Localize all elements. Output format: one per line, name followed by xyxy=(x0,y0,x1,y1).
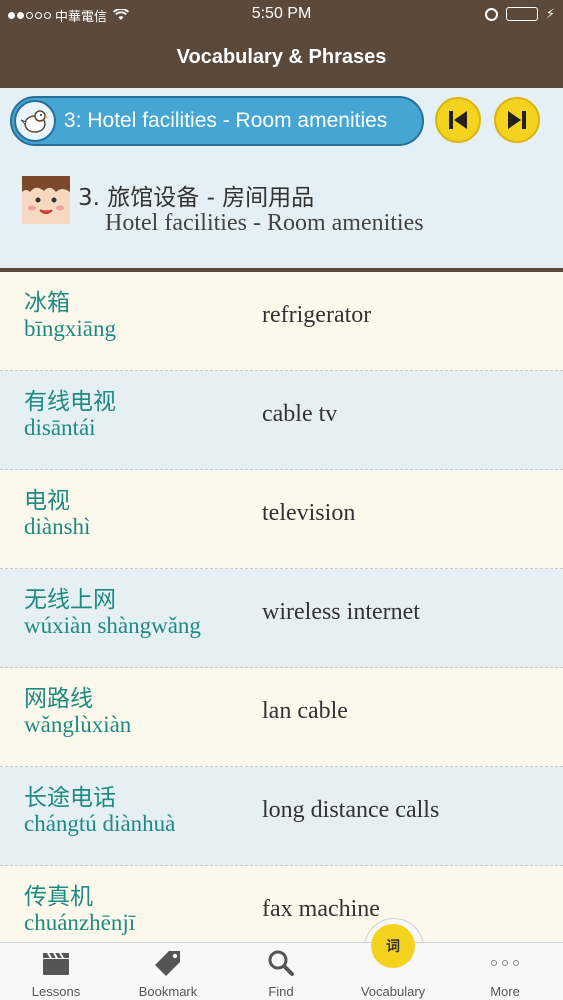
vocab-chinese: 无线上网 xyxy=(24,587,116,613)
vocab-pinyin: wǎnglùxiàn xyxy=(24,712,132,737)
vocab-english: wireless internet xyxy=(262,599,420,625)
vocab-chinese: 冰箱 xyxy=(24,290,70,316)
vocab-english: television xyxy=(262,500,356,526)
search-icon xyxy=(266,949,296,977)
navigation-bar: Vocabulary & Phrases xyxy=(0,30,563,88)
vocab-pinyin: diànshì xyxy=(24,514,91,539)
lesson-selector-button[interactable]: 3: Hotel facilities - Room amenities xyxy=(10,96,424,146)
vocabulary-tab-icon[interactable]: 词 xyxy=(371,924,415,968)
vocab-row[interactable]: 网路线 wǎnglùxiàn lan cable xyxy=(0,668,563,767)
vocab-chinese: 网路线 xyxy=(24,686,93,712)
tab-lessons-label: Lessons xyxy=(31,984,81,999)
vocab-row[interactable]: 有线电视 disāntái cable tv xyxy=(0,371,563,470)
vocab-chinese: 长途电话 xyxy=(24,785,116,811)
lesson-title-english: Hotel facilities - Room amenities xyxy=(105,210,424,236)
lesson-title-chinese: 3. 旅馆设备 - 房间用品 xyxy=(78,185,315,211)
skip-next-icon xyxy=(508,111,526,129)
lesson-selector-label: 3: Hotel facilities - Room amenities xyxy=(64,109,388,132)
vocab-row[interactable]: 无线上网 wúxiàn shàngwǎng wireless internet xyxy=(0,569,563,668)
tab-lessons[interactable]: Lessons xyxy=(0,943,112,1000)
previous-lesson-button[interactable] xyxy=(435,97,481,143)
vocab-english: fax machine xyxy=(262,896,380,922)
skip-previous-icon xyxy=(449,111,467,129)
tab-bookmark[interactable]: Bookmark xyxy=(112,943,224,1000)
vocab-english: refrigerator xyxy=(262,302,372,328)
status-time: 5:50 PM xyxy=(251,5,312,22)
vocab-pinyin: wúxiàn shàngwǎng xyxy=(24,613,201,638)
vocab-pinyin: bīngxiāng xyxy=(24,316,116,341)
avatar xyxy=(22,176,70,224)
next-lesson-button[interactable] xyxy=(494,97,540,143)
bird-icon xyxy=(14,100,56,142)
vocab-chinese: 传真机 xyxy=(24,884,93,910)
lesson-header: 3: Hotel facilities - Room amenities 3. … xyxy=(0,88,563,268)
vocab-english: lan cable xyxy=(262,698,348,724)
vocab-chinese: 电视 xyxy=(24,488,70,514)
alarm-clock-icon xyxy=(484,7,498,21)
vocab-english: long distance calls xyxy=(262,797,440,823)
clapperboard-icon xyxy=(41,949,71,977)
vocab-pinyin: disāntái xyxy=(24,415,96,440)
tab-bookmark-label: Bookmark xyxy=(138,984,198,999)
vocabulary-badge-glyph: 词 xyxy=(386,939,400,955)
vocab-row[interactable]: 冰箱 bīngxiāng refrigerator xyxy=(0,272,563,371)
vocabulary-list[interactable]: 冰箱 bīngxiāng refrigerator 有线电视 disāntái … xyxy=(0,272,563,942)
status-bar: 中華電信 5:50 PM ⚡ xyxy=(0,0,563,30)
page-title: Vocabulary & Phrases xyxy=(176,46,387,68)
tag-icon xyxy=(153,949,183,977)
tab-find[interactable]: Find xyxy=(225,943,337,1000)
vocab-pinyin: chuánzhēnjī xyxy=(24,910,136,935)
tab-bar: Lessons Bookmark Find Vocabulary More xyxy=(0,942,563,1000)
vocab-row[interactable]: 电视 diànshì television xyxy=(0,470,563,569)
tab-vocabulary-label: Vocabulary xyxy=(360,984,426,999)
vocab-row[interactable]: 传真机 chuánzhēnjī fax machine xyxy=(0,866,563,942)
battery-icon xyxy=(505,7,538,21)
lesson-title-block: 3. 旅馆设备 - 房间用品 Hotel facilities - Room a… xyxy=(22,176,542,236)
vocab-english: cable tv xyxy=(262,401,338,427)
vocab-pinyin: chángtú diànhuà xyxy=(24,811,176,836)
vocab-row[interactable]: 长途电话 chángtú diànhuà long distance calls xyxy=(0,767,563,866)
tab-more-label: More xyxy=(490,984,520,999)
charging-bolt-icon: ⚡ xyxy=(545,6,555,21)
status-right: ⚡ xyxy=(484,6,555,22)
tab-more[interactable]: More xyxy=(449,943,561,1000)
vocab-chinese: 有线电视 xyxy=(24,389,116,415)
tab-find-label: Find xyxy=(268,984,294,999)
more-dots-icon xyxy=(490,949,520,977)
